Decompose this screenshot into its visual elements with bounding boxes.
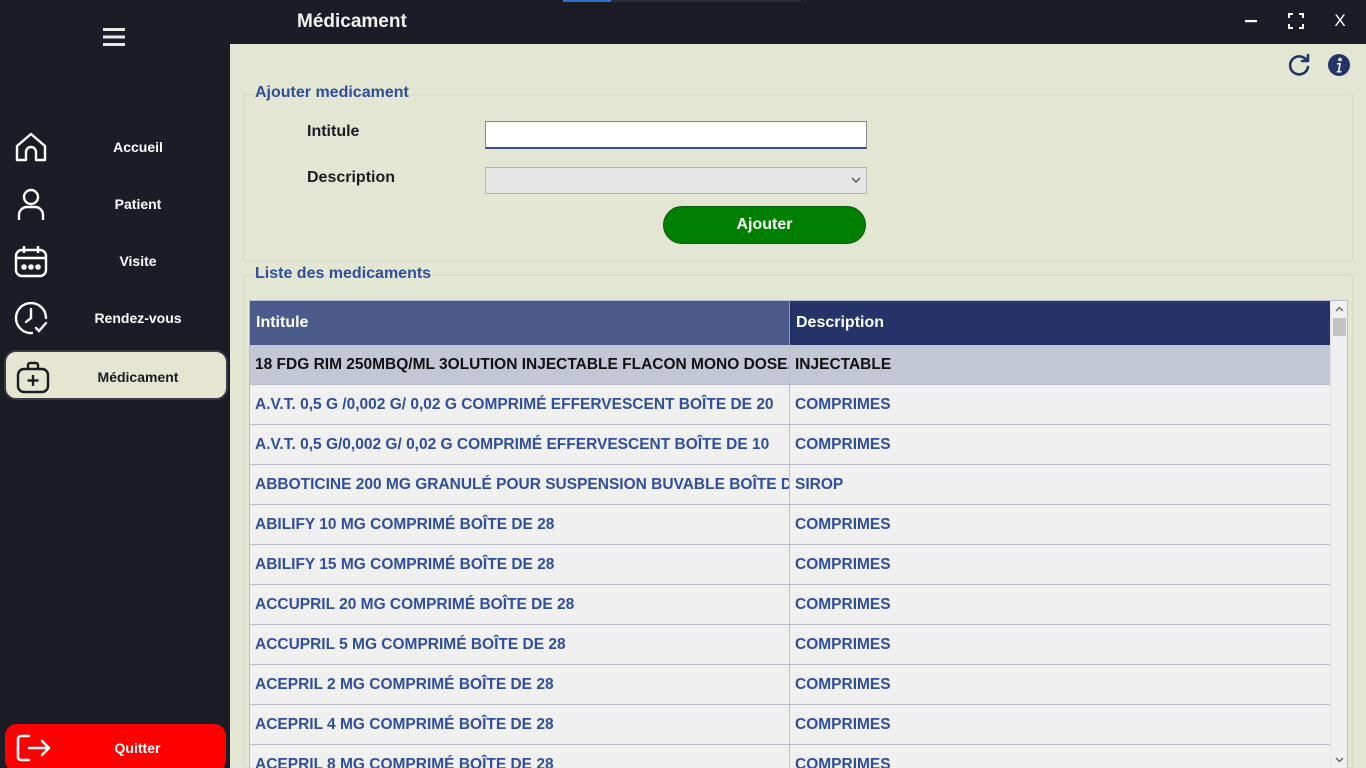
calendar-icon (14, 244, 48, 278)
table-row[interactable]: ABILIFY 10 MG COMPRIMÉ BOÎTE DE 28 COMPRI… (250, 505, 1331, 545)
cell-description: INJECTABLE (795, 356, 892, 373)
cell-description: COMPRIMES (795, 556, 891, 573)
table-body: 18 FDG RIM 250MBQ/ML 3OLUTION INJECTABLE… (250, 345, 1331, 768)
sidebar-item-medicament[interactable]: Médicament (4, 350, 228, 400)
minimize-icon (1245, 20, 1257, 23)
cell-intitule: A.V.T. 0,5 G/0,002 G/ 0,02 G COMPRIMÉ EF… (250, 425, 790, 464)
sidebar-item-visite[interactable]: Visite (4, 236, 228, 286)
top-accent-bar-secondary (611, 0, 801, 2)
hamburger-menu-icon[interactable] (102, 26, 126, 48)
sidebar-item-label: Accueil (113, 139, 163, 155)
add-medicament-group: Ajouter medicament Intitule Description … (243, 84, 1353, 262)
cell-description: COMPRIMES (795, 716, 891, 733)
user-icon (14, 187, 48, 221)
intitule-label: Intitule (307, 123, 360, 140)
medical-kit-icon (16, 360, 50, 394)
main-content: Ajouter medicament Intitule Description … (230, 44, 1366, 768)
cell-intitule: ACCUPRIL 20 MG COMPRIMÉ BOÎTE DE 28 (250, 585, 790, 624)
table-header: Intitule Description (250, 301, 1331, 345)
add-group-title: Ajouter medicament (254, 84, 410, 102)
table-row[interactable]: ACEPRIL 2 MG COMPRIMÉ BOÎTE DE 28 COMPRIM… (250, 665, 1331, 705)
column-header-description[interactable]: Description (790, 301, 1331, 345)
table-row[interactable]: ABILIFY 15 MG COMPRIMÉ BOÎTE DE 28 COMPRI… (250, 545, 1331, 585)
window-title: Médicament (297, 11, 407, 32)
chevron-down-icon (850, 173, 862, 187)
intitule-input[interactable] (485, 121, 867, 149)
scroll-down-icon[interactable] (1331, 752, 1347, 768)
sidebar-item-patient[interactable]: Patient (4, 179, 228, 229)
refresh-icon[interactable] (1286, 52, 1312, 78)
table-row[interactable]: A.V.T. 0,5 G/0,002 G/ 0,02 G COMPRIMÉ EF… (250, 425, 1331, 465)
info-icon[interactable] (1326, 52, 1352, 78)
table-row[interactable]: ACCUPRIL 5 MG COMPRIMÉ BOÎTE DE 28 COMPRI… (250, 625, 1331, 665)
vertical-scrollbar[interactable] (1330, 301, 1347, 768)
cell-intitule: ABBOTICINE 200 MG GRANULÉ POUR SUSPENSIO… (250, 465, 790, 504)
cell-description: COMPRIMES (795, 636, 891, 653)
cell-intitule: ACEPRIL 4 MG COMPRIMÉ BOÎTE DE 28 (250, 705, 790, 744)
scrollbar-thumb[interactable] (1333, 318, 1346, 336)
sidebar-item-label: Visite (119, 253, 157, 269)
cell-intitule: ABILIFY 15 MG COMPRIMÉ BOÎTE DE 28 (250, 545, 790, 584)
maximize-button[interactable] (1281, 8, 1311, 34)
add-button[interactable]: Ajouter (663, 206, 866, 244)
description-select[interactable] (485, 167, 867, 194)
table-row[interactable]: ABBOTICINE 200 MG GRANULÉ POUR SUSPENSIO… (250, 465, 1331, 505)
cell-description: COMPRIMES (795, 756, 891, 768)
cell-intitule: 18 FDG RIM 250MBQ/ML 3OLUTION INJECTABLE… (250, 345, 790, 384)
description-label: Description (307, 169, 396, 186)
table-row[interactable]: 18 FDG RIM 250MBQ/ML 3OLUTION INJECTABLE… (250, 345, 1331, 385)
cell-description: COMPRIMES (795, 516, 891, 533)
cell-description: COMPRIMES (795, 436, 891, 453)
sidebar-item-label: Patient (114, 196, 162, 212)
cell-description: COMPRIMES (795, 676, 891, 693)
quit-label: Quitter (114, 740, 161, 756)
top-accent-bar (563, 0, 611, 2)
sidebar: Accueil Patient Visite Rendez-vous Médic… (0, 0, 230, 768)
cell-intitule: A.V.T. 0,5 G /0,002 G/ 0,02 G COMPRIMÉ E… (250, 385, 790, 424)
minimize-button[interactable] (1236, 8, 1266, 34)
medicament-list-group: Liste des medicaments Intitule Descripti… (243, 265, 1353, 768)
sidebar-item-label: Médicament (97, 369, 179, 385)
home-icon (14, 130, 48, 164)
logout-icon (15, 732, 53, 764)
cell-intitule: ACEPRIL 8 MG COMPRIMÉ BOÎTE DE 28 (250, 745, 790, 768)
cell-intitule: ACCUPRIL 5 MG COMPRIMÉ BOÎTE DE 28 (250, 625, 790, 664)
sidebar-item-rendez-vous[interactable]: Rendez-vous (4, 293, 228, 343)
cell-description: COMPRIMES (795, 396, 891, 413)
scroll-up-icon[interactable] (1331, 301, 1347, 317)
table-row[interactable]: ACEPRIL 4 MG COMPRIMÉ BOÎTE DE 28 COMPRIM… (250, 705, 1331, 745)
list-group-title: Liste des medicaments (254, 265, 433, 283)
cell-description: SIROP (795, 476, 844, 493)
sidebar-item-label: Rendez-vous (94, 310, 182, 326)
cell-intitule: ABILIFY 10 MG COMPRIMÉ BOÎTE DE 28 (250, 505, 790, 544)
clock-check-icon (14, 301, 48, 335)
close-button[interactable]: X (1325, 8, 1355, 34)
maximize-icon (1288, 13, 1304, 29)
sidebar-item-accueil[interactable]: Accueil (4, 122, 228, 172)
table-row[interactable]: A.V.T. 0,5 G /0,002 G/ 0,02 G COMPRIMÉ E… (250, 385, 1331, 425)
cell-description: COMPRIMES (795, 596, 891, 613)
table-row[interactable]: ACEPRIL 8 MG COMPRIMÉ BOÎTE DE 28 COMPRIM… (250, 745, 1331, 768)
quit-button[interactable]: Quitter (5, 724, 226, 768)
column-header-intitule[interactable]: Intitule (250, 301, 790, 345)
cell-intitule: ACEPRIL 2 MG COMPRIMÉ BOÎTE DE 28 (250, 665, 790, 704)
table-row[interactable]: ACCUPRIL 20 MG COMPRIMÉ BOÎTE DE 28 COMPR… (250, 585, 1331, 625)
medicament-table: Intitule Description 18 FDG RIM 250MBQ/M… (249, 300, 1348, 768)
